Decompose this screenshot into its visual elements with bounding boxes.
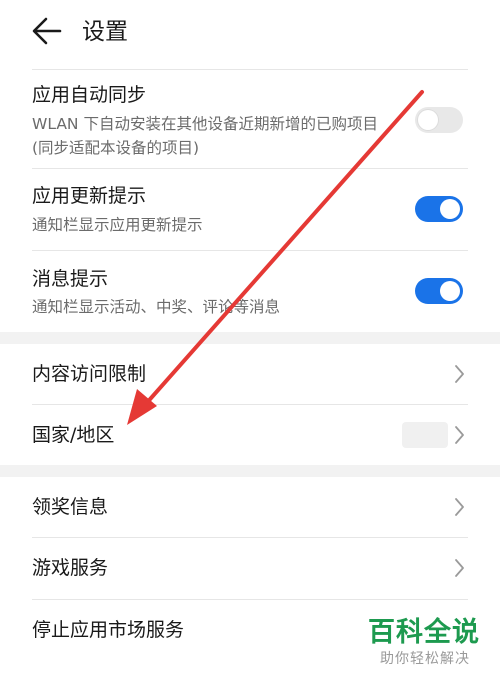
chevron-right-icon (455, 498, 464, 516)
auto-sync-title: 应用自动同步 (32, 84, 147, 106)
nav-content-restriction[interactable]: 内容访问限制 (0, 344, 500, 404)
country-value-blurred (402, 422, 448, 448)
page-title: 设置 (82, 19, 128, 45)
toggle-knob (418, 110, 438, 130)
back-arrow-icon[interactable] (30, 14, 64, 48)
nav-country-region[interactable]: 国家/地区 (0, 405, 500, 465)
toggle-knob (440, 281, 460, 301)
game-service-label: 游戏服务 (32, 557, 109, 579)
watermark-main-text: 百科全说 (368, 617, 480, 648)
header-bar: 设置 (0, 0, 500, 70)
chevron-right-icon (455, 559, 464, 577)
section-gap (0, 332, 500, 344)
chevron-right-icon (455, 365, 464, 383)
message-tip-toggle[interactable] (415, 278, 463, 304)
watermark-sub-text: 助你轻松解决 (380, 651, 470, 667)
message-tip-subtitle: 通知栏显示活动、中奖、评论等消息 (32, 298, 281, 316)
update-tip-title: 应用更新提示 (32, 185, 147, 207)
setting-update-tip[interactable]: 应用更新提示 通知栏显示应用更新提示 (0, 169, 500, 249)
watermark-logo: 百科全说 助你轻松解决 (368, 616, 492, 668)
content-restriction-label: 内容访问限制 (32, 363, 147, 385)
setting-auto-sync[interactable]: 应用自动同步 WLAN 下自动安装在其他设备近期新增的已购项目 (同步适配本设备… (0, 70, 500, 166)
stop-service-label: 停止应用市场服务 (32, 619, 185, 641)
toggle-knob (440, 199, 460, 219)
auto-sync-toggle[interactable] (415, 107, 463, 133)
update-tip-toggle[interactable] (415, 196, 463, 222)
message-tip-title: 消息提示 (32, 268, 109, 290)
setting-message-tip[interactable]: 消息提示 通知栏显示活动、中奖、评论等消息 (0, 251, 500, 331)
nav-rewards-info[interactable]: 领奖信息 (0, 477, 500, 537)
country-region-label: 国家/地区 (32, 424, 115, 446)
chevron-right-icon (455, 426, 464, 444)
rewards-info-label: 领奖信息 (32, 496, 109, 518)
nav-game-service[interactable]: 游戏服务 (0, 538, 500, 599)
auto-sync-subtitle: WLAN 下自动安装在其他设备近期新增的已购项目 (同步适配本设备的项目) (32, 115, 378, 157)
section-gap (0, 465, 500, 477)
update-tip-subtitle: 通知栏显示应用更新提示 (32, 216, 203, 234)
